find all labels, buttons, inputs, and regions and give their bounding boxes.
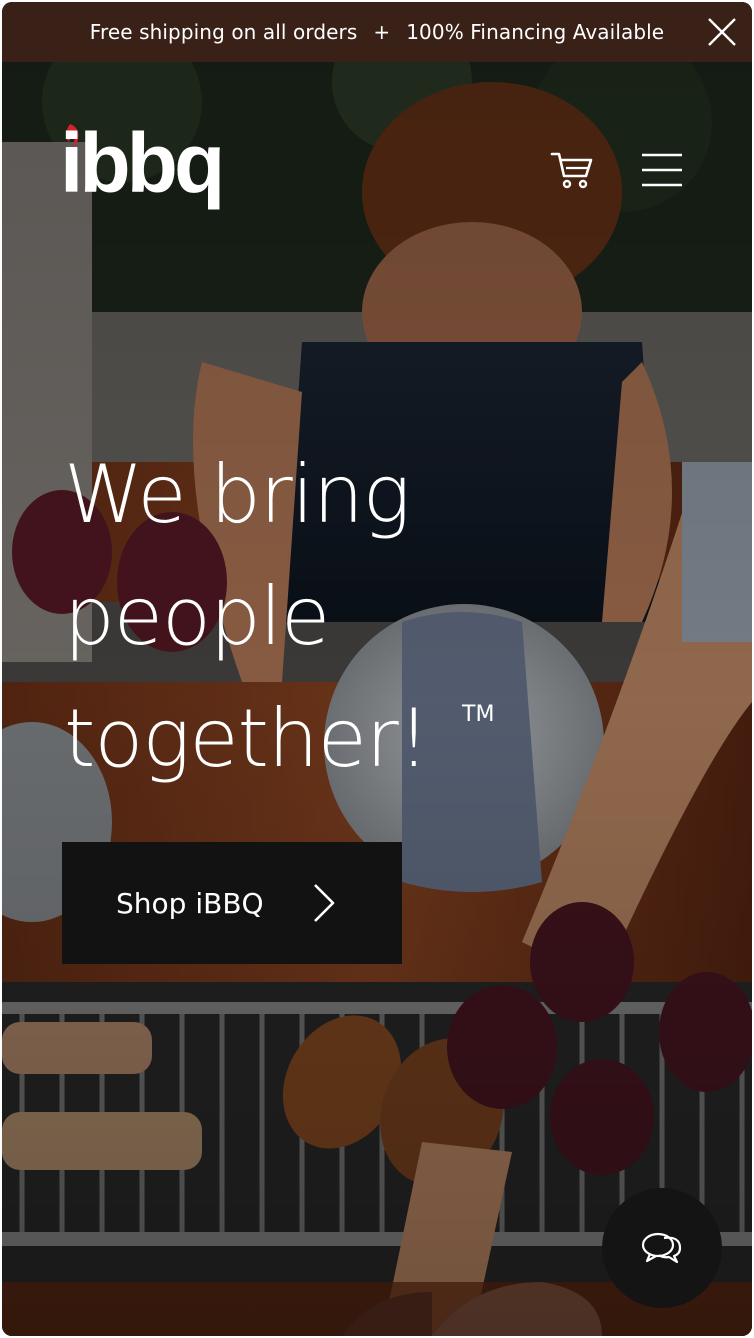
- chevron-right-icon: [314, 884, 335, 922]
- hero-headline: We bring people together!: [64, 434, 624, 800]
- chat-bubbles-icon: [641, 1232, 682, 1264]
- promo-separator: +: [373, 20, 391, 44]
- cart-icon[interactable]: [550, 150, 594, 190]
- ibbq-logo[interactable]: ibbq: [60, 122, 240, 214]
- financing-text: 100% Financing Available: [406, 20, 665, 44]
- shop-ibbq-button[interactable]: Shop iBBQ: [62, 842, 402, 964]
- headline-line-1: We bring: [64, 448, 411, 541]
- chat-button[interactable]: [602, 1188, 722, 1308]
- announcement-bar: Free shipping on all orders + 100% Finan…: [2, 2, 752, 62]
- close-icon[interactable]: [706, 16, 738, 48]
- site-header: ibbq: [2, 62, 752, 212]
- hamburger-menu-icon[interactable]: [640, 152, 684, 188]
- free-shipping-text: Free shipping on all orders: [89, 20, 358, 44]
- shop-button-label: Shop iBBQ: [116, 886, 264, 920]
- trademark-symbol: TM: [462, 702, 495, 727]
- headline-line-3: together!: [64, 692, 430, 785]
- page-frame: Free shipping on all orders + 100% Finan…: [2, 2, 752, 1336]
- svg-text:ibbq: ibbq: [60, 122, 221, 210]
- headline-line-2: people: [64, 570, 330, 663]
